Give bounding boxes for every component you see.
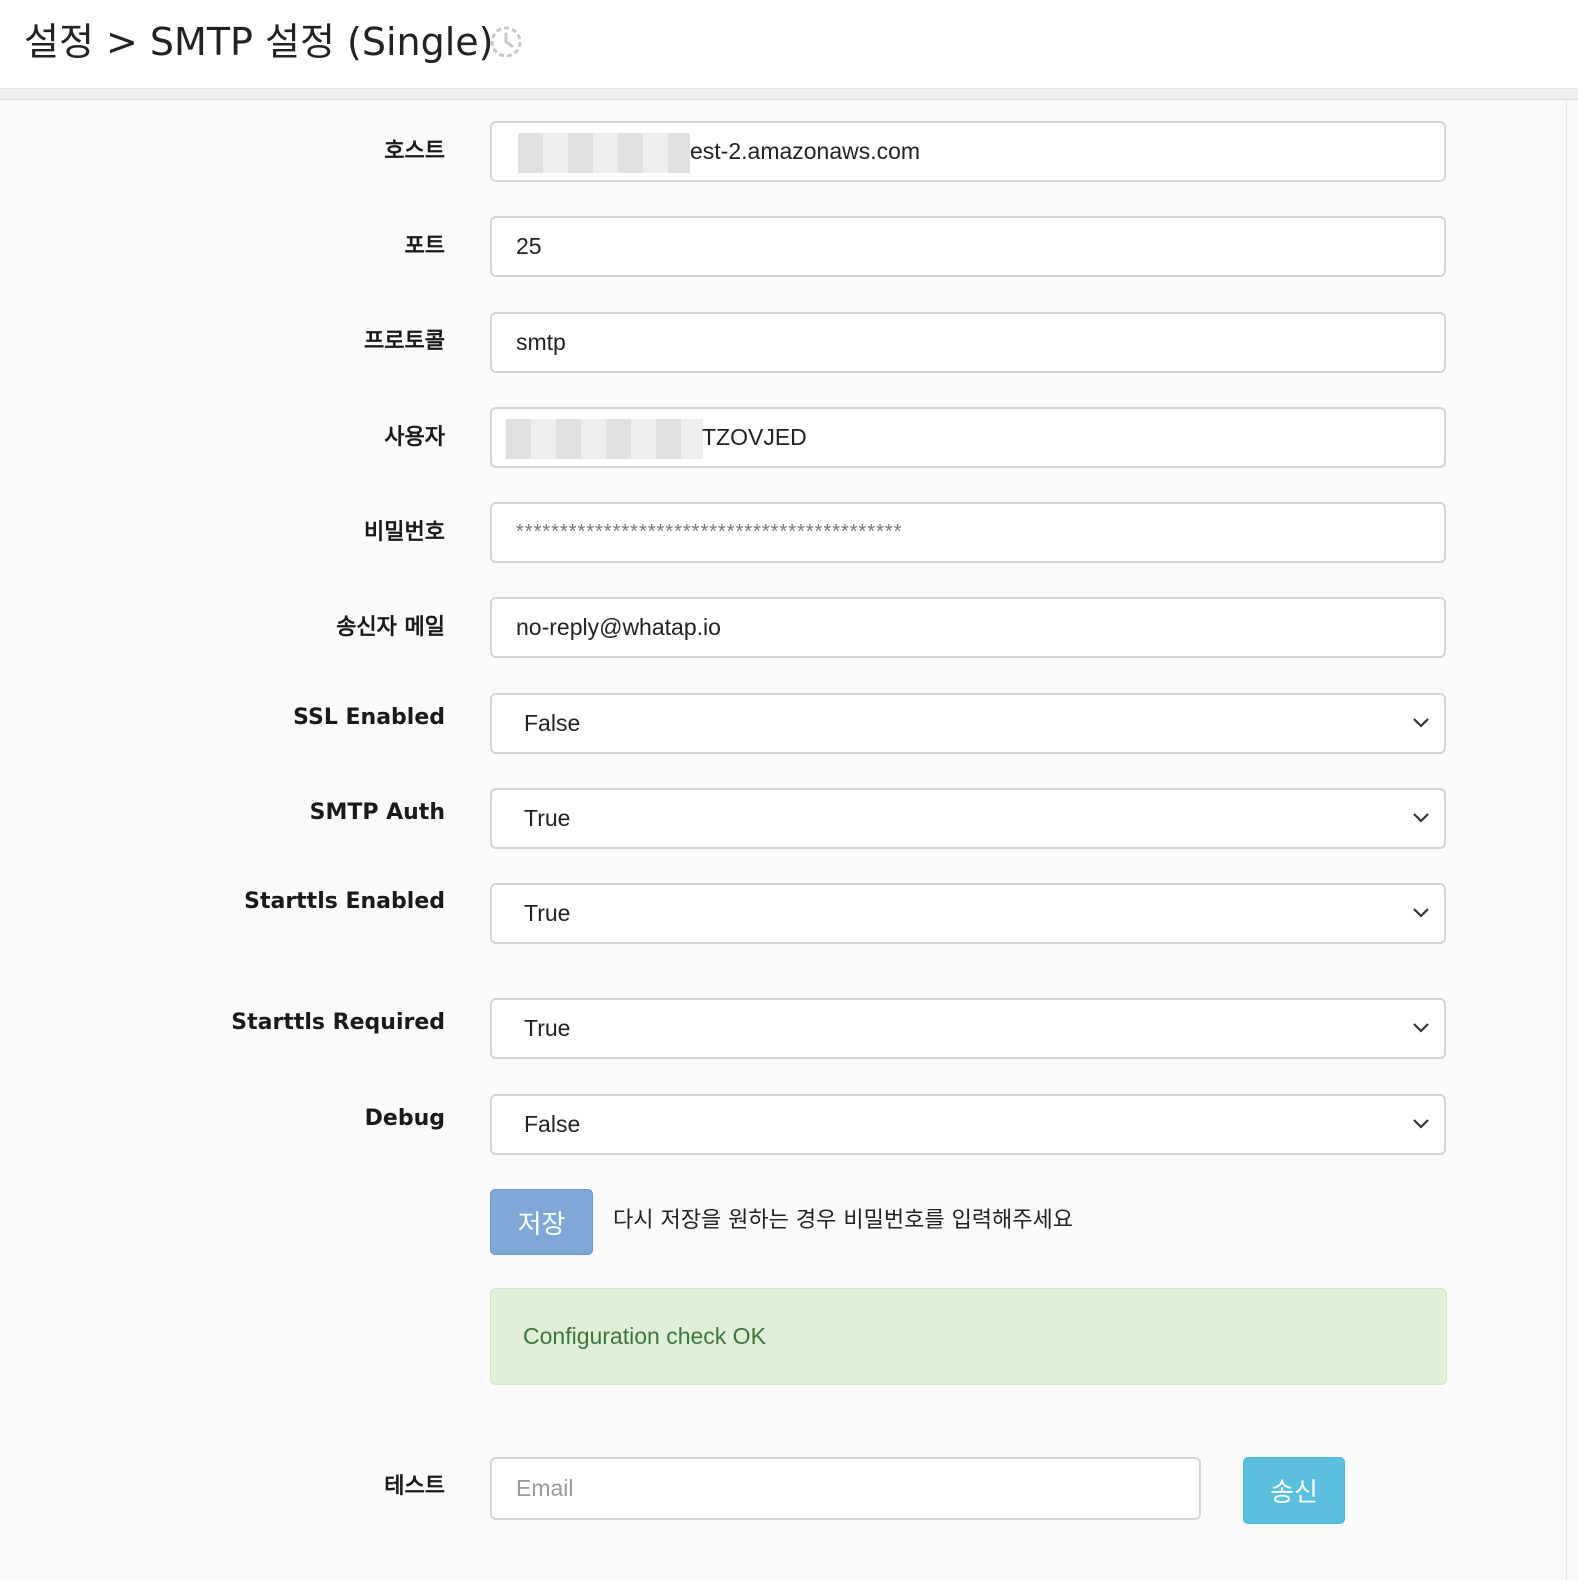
sender-email-value: no-reply@whatap.io <box>516 614 721 640</box>
protocol-label: 프로토콜 <box>364 329 445 354</box>
protocol-field[interactable]: smtp <box>490 312 1446 373</box>
sender-label: 송신자 메일 <box>336 615 445 640</box>
starttls-enabled-value: True <box>524 900 571 926</box>
port-value: 25 <box>516 233 542 259</box>
host-label: 호스트 <box>384 139 445 164</box>
chevron-down-icon <box>1413 1023 1429 1033</box>
chevron-down-icon <box>1413 1119 1429 1129</box>
redacted-region <box>518 133 690 173</box>
save-hint-text: 다시 저장을 원하는 경우 비밀번호를 입력해주세요 <box>613 1208 1074 1233</box>
user-label: 사용자 <box>384 425 445 450</box>
test-email-input[interactable] <box>490 1457 1201 1520</box>
port-field[interactable]: 25 <box>490 216 1446 277</box>
host-value: est-2.amazonaws.com <box>690 138 921 164</box>
starttls-required-select[interactable]: True <box>490 998 1446 1059</box>
sender-email-field[interactable]: no-reply@whatap.io <box>490 597 1446 658</box>
chevron-down-icon <box>1413 718 1429 728</box>
test-label: 테스트 <box>384 1474 445 1499</box>
smtp-auth-value: True <box>524 805 571 831</box>
password-field[interactable]: ****************************************… <box>490 502 1446 563</box>
smtp-auth-label: SMTP Auth <box>309 800 445 825</box>
starttls-enabled-label: Starttls Enabled <box>244 889 445 914</box>
status-alert: Configuration check OK <box>490 1288 1447 1385</box>
password-label: 비밀번호 <box>364 520 445 545</box>
user-value: TZOVJED <box>702 424 807 450</box>
page-header: 설정 > SMTP 설정 (Single) <box>0 0 1578 89</box>
debug-label: Debug <box>364 1106 445 1131</box>
chevron-down-icon <box>1413 813 1429 823</box>
starttls-required-value: True <box>524 1015 571 1041</box>
host-field[interactable]: est-2.amazonaws.com <box>490 121 1446 182</box>
ssl-enabled-value: False <box>524 710 581 736</box>
header-divider <box>0 89 1578 100</box>
page-title: 설정 > SMTP 설정 (Single) <box>24 20 494 64</box>
history-icon[interactable] <box>488 24 524 60</box>
ssl-enabled-label: SSL Enabled <box>293 705 445 730</box>
chevron-down-icon <box>1413 908 1429 918</box>
send-button[interactable]: 송신 <box>1243 1457 1345 1524</box>
starttls-enabled-select[interactable]: True <box>490 883 1446 944</box>
debug-value: False <box>524 1111 581 1137</box>
port-label: 포트 <box>404 234 445 259</box>
starttls-required-label: Starttls Required <box>231 1010 445 1035</box>
debug-select[interactable]: False <box>490 1094 1446 1155</box>
ssl-enabled-select[interactable]: False <box>490 693 1446 754</box>
save-button[interactable]: 저장 <box>490 1189 593 1255</box>
protocol-value: smtp <box>516 329 566 355</box>
user-field[interactable]: TZOVJED <box>490 407 1446 468</box>
password-value: ****************************************… <box>516 521 903 543</box>
redacted-region <box>506 419 703 459</box>
smtp-auth-select[interactable]: True <box>490 788 1446 849</box>
status-message: Configuration check OK <box>523 1323 766 1349</box>
